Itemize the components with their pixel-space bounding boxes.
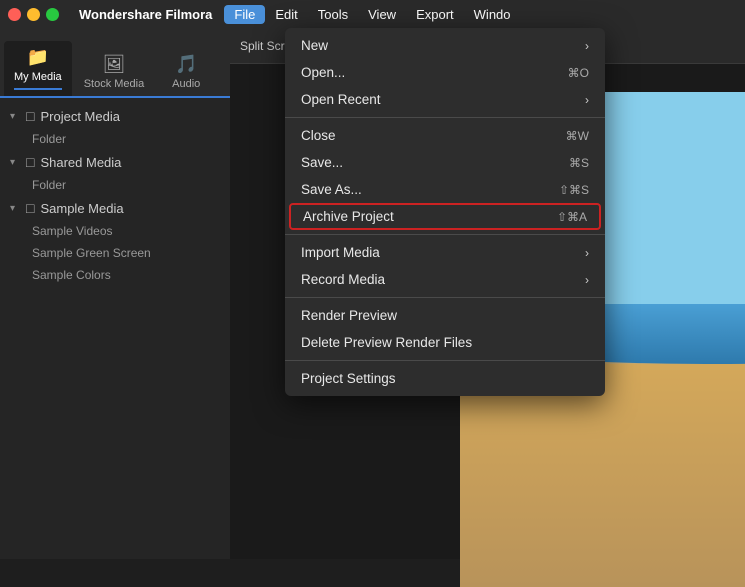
- menu-item-open-shortcut: ⌘O: [568, 66, 589, 80]
- menu-separator-1: [285, 117, 605, 118]
- menu-item-delete-preview[interactable]: Delete Preview Render Files: [285, 329, 605, 356]
- menu-item-close-shortcut: ⌘W: [566, 129, 589, 143]
- submenu-arrow: ›: [585, 39, 589, 53]
- menu-item-record-label: Record Media: [301, 272, 385, 287]
- menu-separator-2: [285, 234, 605, 235]
- menu-item-record-media[interactable]: Record Media ›: [285, 266, 605, 293]
- menu-item-import-media[interactable]: Import Media ›: [285, 239, 605, 266]
- file-dropdown-menu: New › Open... ⌘O Open Recent › Close ⌘W …: [285, 28, 605, 396]
- menu-item-project-settings-label: Project Settings: [301, 371, 396, 386]
- menu-item-render-label: Render Preview: [301, 308, 397, 323]
- menu-item-render-preview[interactable]: Render Preview: [285, 302, 605, 329]
- menu-item-close[interactable]: Close ⌘W: [285, 122, 605, 149]
- menu-item-open-recent[interactable]: Open Recent ›: [285, 86, 605, 113]
- menu-item-close-label: Close: [301, 128, 336, 143]
- menu-item-new-label: New: [301, 38, 328, 53]
- menu-item-import-label: Import Media: [301, 245, 380, 260]
- menu-item-save-shortcut: ⌘S: [569, 156, 589, 170]
- menu-item-open[interactable]: Open... ⌘O: [285, 59, 605, 86]
- menu-item-open-recent-label: Open Recent: [301, 92, 381, 107]
- menu-item-archive-label: Archive Project: [303, 209, 394, 224]
- menu-item-save-label: Save...: [301, 155, 343, 170]
- menu-separator-4: [285, 360, 605, 361]
- menu-item-open-label: Open...: [301, 65, 345, 80]
- menu-item-save-as[interactable]: Save As... ⇧⌘S: [285, 176, 605, 203]
- menu-item-save[interactable]: Save... ⌘S: [285, 149, 605, 176]
- submenu-arrow: ›: [585, 93, 589, 107]
- menu-item-archive-project[interactable]: Archive Project ⇧⌘A: [289, 203, 601, 230]
- menu-item-new[interactable]: New ›: [285, 32, 605, 59]
- menu-item-delete-preview-label: Delete Preview Render Files: [301, 335, 472, 350]
- dropdown-overlay: New › Open... ⌘O Open Recent › Close ⌘W …: [0, 0, 745, 559]
- menu-item-archive-shortcut: ⇧⌘A: [557, 210, 587, 224]
- submenu-arrow: ›: [585, 246, 589, 260]
- menu-item-save-as-label: Save As...: [301, 182, 362, 197]
- menu-item-save-as-shortcut: ⇧⌘S: [559, 183, 589, 197]
- menu-separator-3: [285, 297, 605, 298]
- menu-item-project-settings[interactable]: Project Settings: [285, 365, 605, 392]
- submenu-arrow: ›: [585, 273, 589, 287]
